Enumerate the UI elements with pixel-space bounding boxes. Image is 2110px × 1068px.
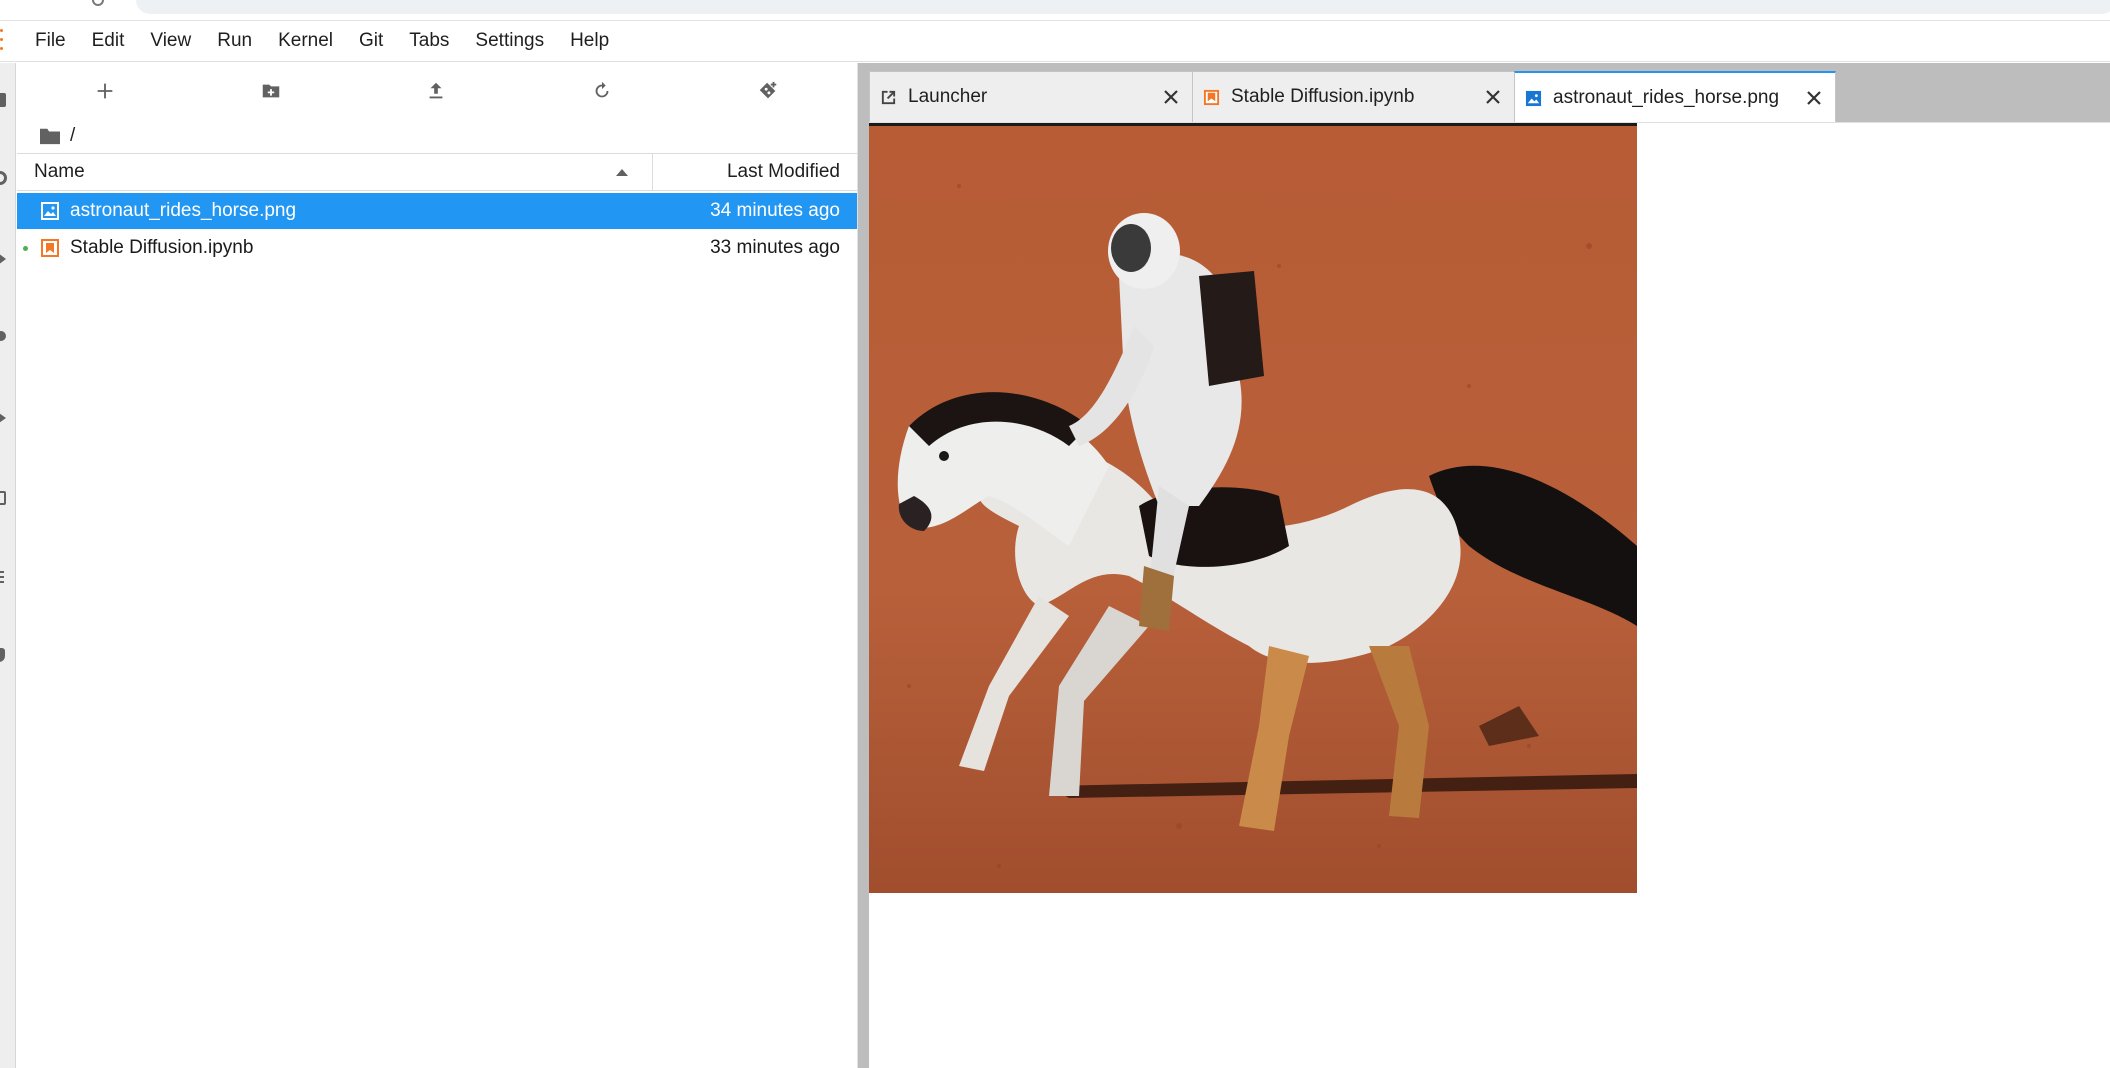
file-name: Stable Diffusion.ipynb [70,237,254,258]
image-viewer [869,123,2110,1068]
upload-button[interactable] [420,77,452,105]
file-row-astronaut-rides-horse[interactable]: astronaut_rides_horse.png 34 minutes ago [17,193,857,229]
panel-resize-handle[interactable] [857,63,869,1068]
browser-chrome [0,0,2110,18]
close-icon[interactable] [1484,88,1502,106]
folder-icon[interactable] [39,126,61,146]
launcher-icon [881,90,896,105]
file-modified: 34 minutes ago [710,200,840,221]
plus-icon [97,83,113,99]
menu-help[interactable]: Help [557,21,622,61]
file-browser-toolbar [17,63,857,115]
close-icon[interactable] [1162,88,1180,106]
folder-plus-icon [262,84,280,98]
menu-file[interactable]: File [22,21,79,61]
tab-stable-diffusion-notebook[interactable]: Stable Diffusion.ipynb [1192,71,1515,122]
browser-address-bar[interactable] [136,0,2110,14]
tab-label: astronaut_rides_horse.png [1553,87,1780,108]
notebook-icon [1203,89,1220,106]
menu-kernel[interactable]: Kernel [265,21,346,61]
image-icon [1525,90,1542,107]
tab-label: Stable Diffusion.ipynb [1231,86,1415,107]
extension-manager-tab-icon[interactable] [0,648,5,662]
file-modified: 33 minutes ago [710,237,840,258]
tabs-list-tab-icon[interactable] [0,491,6,505]
menu-run[interactable]: Run [204,21,265,61]
file-browser-tab-icon[interactable] [0,93,6,107]
close-icon[interactable] [1805,89,1823,107]
main-dock-area: Launcher Stable Diffusion.ipynb astronau… [869,63,2110,1068]
menu-tabs[interactable]: Tabs [396,21,462,61]
document-tab-bar: Launcher Stable Diffusion.ipynb astronau… [869,63,2110,123]
running-indicator-icon [23,246,28,251]
main-menubar: File Edit View Run Kernel Git Tabs Setti… [0,20,2110,62]
new-folder-button[interactable] [255,77,287,105]
astronaut-horse-illustration [869,126,1637,893]
left-activity-bar [0,63,16,1068]
running-sessions-tab-icon[interactable] [0,171,7,185]
file-name: astronaut_rides_horse.png [70,200,297,221]
menu-git[interactable]: Git [346,21,396,61]
git-clone-icon [759,81,777,99]
menu-view[interactable]: View [137,21,204,61]
git-clone-button[interactable] [752,77,784,105]
commands-tab-icon[interactable] [0,331,6,341]
browser-reload-icon[interactable] [92,0,104,6]
column-header-modified-label: Last Modified [726,161,840,182]
tab-label: Launcher [908,86,988,107]
upload-icon [429,82,443,99]
property-inspector-tab-icon[interactable] [0,413,6,423]
tab-astronaut-rides-horse-image[interactable]: astronaut_rides_horse.png [1514,71,1836,123]
notebook-file-icon [41,239,59,257]
file-list-header: Name Last Modified [17,153,857,191]
column-header-name-label: Name [34,161,85,182]
image-file-icon [41,202,59,220]
jupyter-logo-icon [0,29,4,53]
column-header-name[interactable]: Name [17,154,653,190]
column-header-last-modified[interactable]: Last Modified [654,154,857,190]
breadcrumb-root[interactable]: / [70,125,75,147]
new-launcher-button[interactable] [89,77,121,105]
toc-tab-icon[interactable] [0,571,6,585]
tab-launcher[interactable]: Launcher [869,71,1193,122]
sort-ascending-icon [616,169,628,176]
refresh-icon [595,81,609,98]
breadcrumb: / [39,121,75,151]
git-tab-icon[interactable] [0,253,6,265]
generated-image-astronaut-on-horse [869,126,1637,893]
menu-edit[interactable]: Edit [79,21,138,61]
refresh-button[interactable] [586,77,618,105]
file-row-stable-diffusion[interactable]: Stable Diffusion.ipynb 33 minutes ago [17,230,857,266]
file-browser-panel: / Name Last Modified astronaut_rides_hor… [17,63,857,1068]
menu-settings[interactable]: Settings [462,21,557,61]
